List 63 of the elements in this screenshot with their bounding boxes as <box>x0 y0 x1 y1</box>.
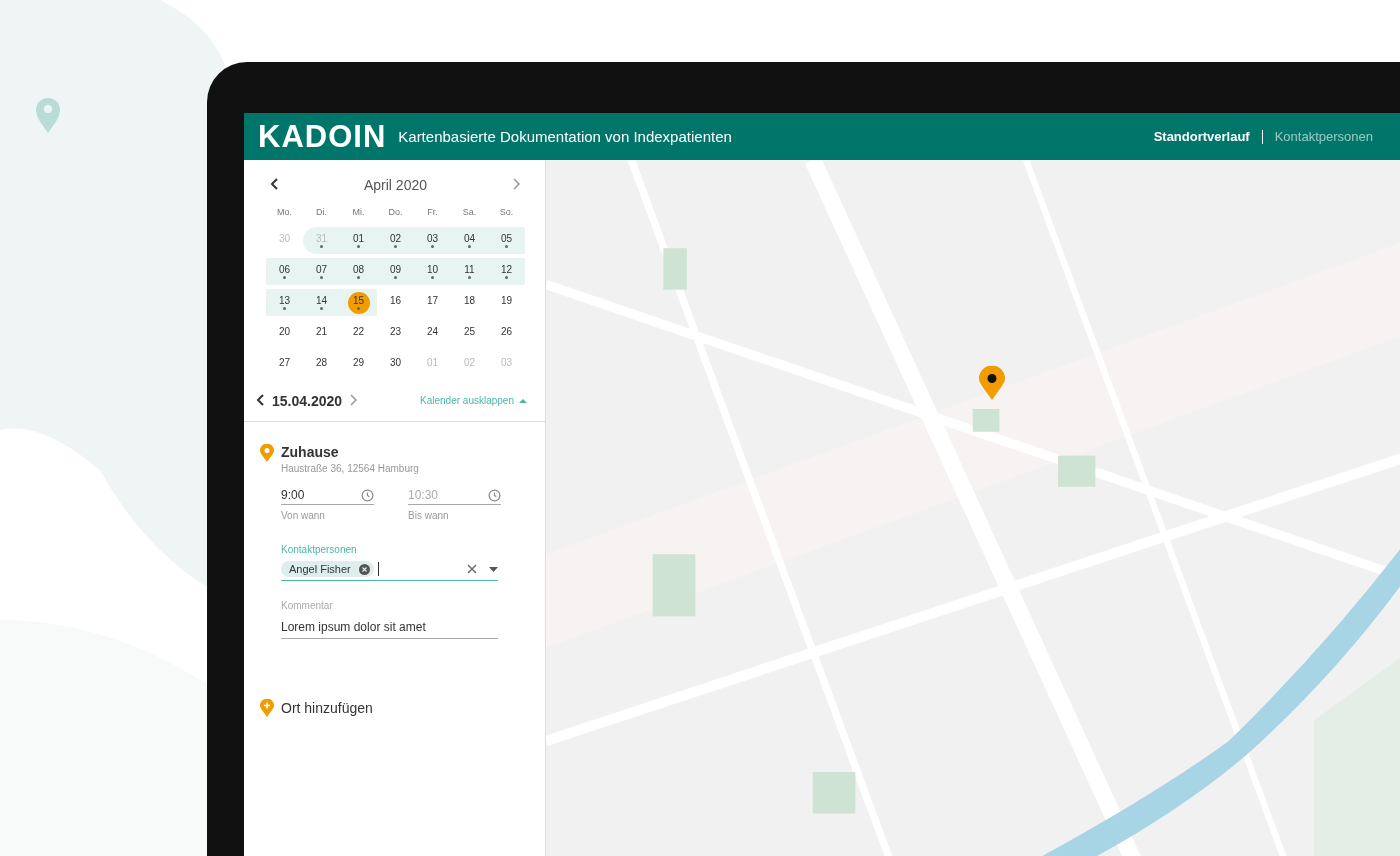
calendar-day[interactable]: 07 <box>303 258 340 285</box>
dropdown-caret-icon[interactable] <box>489 566 498 572</box>
add-location-icon <box>260 699 274 717</box>
calendar-day[interactable]: 12 <box>488 258 525 285</box>
calendar-day[interactable]: 25 <box>451 320 488 347</box>
calendar-day[interactable]: 04 <box>451 227 488 254</box>
weekday-label: Mo. <box>276 206 293 219</box>
calendar-day[interactable]: 08 <box>340 258 377 285</box>
calendar-day[interactable]: 14 <box>303 289 340 316</box>
calendar-day[interactable]: 02 <box>377 227 414 254</box>
field-label: Kontaktpersonen <box>281 544 357 555</box>
calendar-day[interactable]: 10 <box>414 258 451 285</box>
calendar-day[interactable]: 19 <box>488 289 525 316</box>
calendar-day[interactable]: 21 <box>303 320 340 347</box>
nav-link[interactable]: Standortverlauf <box>1141 129 1262 144</box>
calendar-day[interactable]: 22 <box>340 320 377 347</box>
calendar-day[interactable]: 05 <box>488 227 525 254</box>
field-label: Kommentar <box>281 600 333 611</box>
calendar-day[interactable]: 03 <box>414 227 451 254</box>
selected-date: 15.04.2020 <box>272 392 343 409</box>
weekday-label: Sa. <box>461 206 478 219</box>
calendar-day[interactable]: 13 <box>266 289 303 316</box>
app-logo: KADOIN <box>258 118 387 155</box>
calendar-day[interactable]: 15 <box>340 289 377 316</box>
time-field[interactable]: 9:00 <box>281 488 361 502</box>
contacts-field[interactable]: Angel Fisher <box>281 559 498 581</box>
calendar-day[interactable]: 30 <box>377 351 414 378</box>
weekday-label: Mi. <box>351 206 366 219</box>
clock-icon <box>361 488 374 502</box>
calendar-day[interactable]: 11 <box>451 258 488 285</box>
calendar-day[interactable]: 18 <box>451 289 488 316</box>
comment-field[interactable]: Lorem ipsum dolor sit amet <box>281 615 498 639</box>
place-address: Haustraße 36, 12564 Hamburg <box>281 463 419 474</box>
calendar-day[interactable]: 24 <box>414 320 451 347</box>
calendar-day[interactable]: 29 <box>340 351 377 378</box>
calendar-day[interactable]: 28 <box>303 351 340 378</box>
clock-icon <box>488 488 501 502</box>
calendar-day[interactable]: 09 <box>377 258 414 285</box>
location-pin-icon <box>260 444 274 462</box>
field-label: Bis wann <box>408 510 449 521</box>
remove-icon[interactable] <box>358 563 370 575</box>
calendar-day[interactable]: 26 <box>488 320 525 347</box>
calendar-day[interactable]: 23 <box>377 320 414 347</box>
calendar-day[interactable]: 01 <box>340 227 377 254</box>
calendar-day[interactable]: 17 <box>414 289 451 316</box>
calendar-day[interactable]: 16 <box>377 289 414 316</box>
weekday-label: So. <box>498 206 515 219</box>
time-field[interactable]: 10:30 <box>408 488 488 502</box>
contact-chip[interactable]: Angel Fisher <box>281 561 374 577</box>
weekday-label: Di. <box>315 206 328 219</box>
clear-icon[interactable] <box>467 564 477 574</box>
app-subtitle: Kartenbasierte Dokumentation von Indexpatienten <box>398 128 732 145</box>
place-title: Zuhause <box>281 444 340 460</box>
map-pin-icon[interactable] <box>979 366 1005 400</box>
location-pin-icon <box>36 98 60 133</box>
field-label: Von wann <box>281 510 325 521</box>
month-title: April 2020 <box>363 176 427 193</box>
weekday-label: Do. <box>387 206 404 219</box>
calendar-day[interactable]: 27 <box>266 351 303 378</box>
calendar-day[interactable]: 20 <box>266 320 303 347</box>
weekday-label: Fr. <box>426 206 439 219</box>
calendar-day[interactable]: 06 <box>266 258 303 285</box>
add-place-button[interactable]: Ort hinzufügen <box>260 699 545 717</box>
